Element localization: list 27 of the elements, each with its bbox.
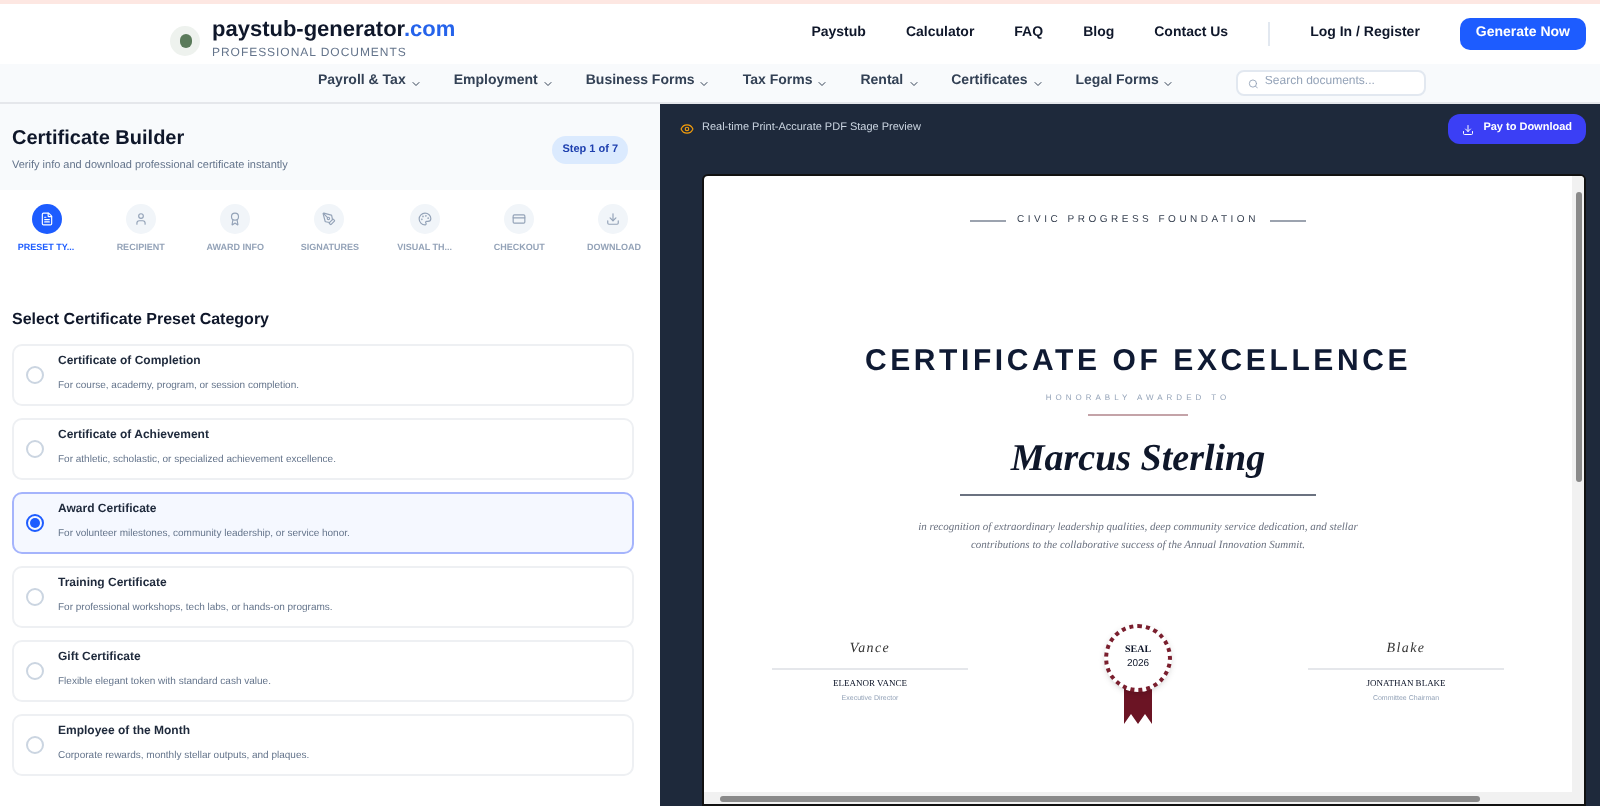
download-icon: [1461, 123, 1474, 135]
section-title: Select Certificate Preset Category: [12, 308, 271, 332]
certificate-title: CERTIFICATE OF EXCELLENCE: [864, 341, 1412, 381]
chevron-icon: [816, 77, 829, 89]
file-icon: [39, 212, 53, 227]
download-icon: [606, 212, 621, 227]
palette-icon: [417, 212, 432, 227]
horizontal-scrollbar[interactable]: [704, 792, 1584, 804]
user-icon: [133, 212, 148, 227]
ornament-divider: [1088, 414, 1188, 416]
recipient-name: Marcus Sterling: [1010, 436, 1266, 484]
chevron-icon: [1031, 77, 1044, 89]
search-icon: [1248, 77, 1259, 89]
logo-icon: [170, 25, 200, 55]
pen-icon: [322, 212, 337, 227]
vertical-scrollbar[interactable]: [1572, 176, 1584, 792]
chevron-icon: [1162, 77, 1175, 89]
card-icon: [512, 212, 527, 227]
eye-icon: [680, 122, 694, 136]
chevron-icon: [907, 77, 920, 89]
chevron-icon: [541, 77, 554, 89]
chevron-icon: [698, 77, 711, 89]
brand-name: paystub-generator.com: [212, 20, 456, 42]
ribbon-icon: [1124, 684, 1152, 725]
builder-title: Certificate Builder: [12, 126, 187, 154]
chevron-icon: [409, 77, 422, 89]
award-icon: [228, 212, 243, 227]
